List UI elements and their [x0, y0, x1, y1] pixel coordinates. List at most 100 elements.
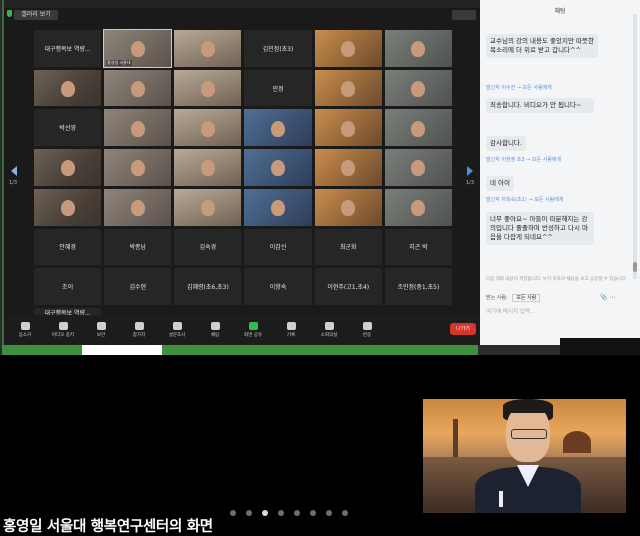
participant-tile[interactable]: 홍영일 서울대 — [103, 29, 173, 68]
toolbar-button[interactable]: 비디오 중지 — [46, 322, 80, 338]
toolbar-label: 채팅 — [210, 333, 220, 338]
participant-tile[interactable]: 김민정(초3) — [244, 30, 312, 67]
participant-tile[interactable] — [174, 149, 242, 186]
toolbar-icon — [172, 322, 182, 330]
carousel-dot[interactable] — [230, 510, 236, 516]
toolbar-button[interactable]: 기록 — [274, 322, 308, 338]
participant-tile[interactable] — [314, 188, 382, 226]
participant-tile[interactable]: 안혜경 — [34, 228, 102, 266]
chat-recipient-row: 받는 사람: 모든 사람 — [486, 294, 541, 302]
participant-tile[interactable] — [384, 30, 452, 67]
carousel-dot[interactable] — [278, 510, 284, 516]
toolbar-icon — [96, 322, 106, 330]
prev-page-icon[interactable] — [11, 166, 17, 176]
participant-name-tag: 홍영일 서울대 — [106, 59, 132, 66]
participant-tile[interactable]: 이현주(고1,초4) — [314, 268, 382, 305]
participant-name: 민정 — [272, 85, 284, 93]
participant-tile[interactable] — [174, 69, 242, 107]
participant-tile[interactable]: 최군화 — [314, 228, 382, 266]
photo-caption: 홍영일 서울대 행복연구센터의 화면 — [3, 519, 213, 535]
chat-sender-line: 발신자 이수진 → 모든 사람에게 — [486, 85, 552, 91]
participant-tile[interactable] — [384, 69, 452, 107]
participant-tile[interactable] — [384, 188, 452, 226]
participant-tile[interactable]: 이갑신 — [244, 228, 312, 266]
page-indicator-right: 1/3 — [466, 180, 475, 186]
participant-tile[interactable]: 이향숙 — [244, 268, 312, 305]
participant-tile[interactable]: 민정 — [244, 69, 312, 107]
participant-tile[interactable] — [384, 149, 452, 186]
shield-icon[interactable] — [7, 10, 12, 17]
chat-scrollbar[interactable] — [633, 14, 637, 279]
toolbar-icon — [362, 322, 372, 330]
chat-recipient-select[interactable]: 모든 사람 — [512, 294, 541, 302]
toolbar-button[interactable]: 참가자 — [122, 322, 156, 338]
toolbar-button[interactable]: 설문조사 — [160, 322, 194, 338]
toolbar-button[interactable]: 소회의실 — [312, 322, 346, 338]
participant-video-face — [200, 200, 215, 217]
next-page-icon[interactable] — [467, 166, 473, 176]
participant-video-face — [341, 81, 356, 98]
toolbar-button[interactable]: 보안 — [84, 322, 118, 338]
participant-tile[interactable] — [244, 188, 312, 226]
chat-scrollbar-thumb[interactable] — [633, 262, 637, 272]
participant-tile[interactable] — [244, 149, 312, 186]
participant-tile[interactable]: 김혜령(초6,초3) — [174, 268, 242, 305]
participant-video-face — [130, 81, 145, 98]
participant-tile[interactable]: 대구행복보 역량... — [34, 30, 102, 67]
meeting-toolbar: 음소거 비디오 중지 보안 참가자 설문조사 채팅 화면 공유 기록 소회의실 반응 나가기 — [6, 315, 482, 345]
participant-tile[interactable] — [104, 188, 172, 226]
view-toggle-button[interactable]: 갤러리 보기 — [14, 10, 58, 20]
participant-tile[interactable] — [384, 109, 452, 147]
participant-tile[interactable]: 김수현 — [104, 268, 172, 305]
toolbar-icon — [286, 322, 296, 330]
carousel-dot[interactable] — [342, 510, 348, 516]
participant-video-face — [130, 200, 145, 217]
participant-tile[interactable]: 지곤 박 — [384, 228, 452, 266]
carousel-dot[interactable] — [310, 510, 316, 516]
speaker-hair-front — [503, 399, 553, 413]
fullscreen-button[interactable] — [452, 10, 476, 20]
participant-tile[interactable] — [314, 149, 382, 186]
participant-video-face — [411, 120, 426, 137]
microphone-icon — [499, 491, 503, 507]
toolbar-button[interactable]: 음소거 — [8, 322, 42, 338]
participant-tile[interactable] — [174, 30, 242, 67]
more-icon[interactable]: ⋯ — [609, 294, 615, 301]
participant-tile[interactable]: 조이 — [34, 268, 102, 305]
participant-name: 이갑신 — [269, 244, 287, 252]
carousel-dot[interactable] — [326, 510, 332, 516]
participant-tile[interactable] — [174, 188, 242, 226]
participant-tile[interactable] — [34, 149, 102, 186]
carousel-dot[interactable] — [262, 510, 268, 516]
chat-save-hint: 다음 대화 내용이 저장됩니다. 누가 귀하의 채팅을 보고 공유할 수 있습니… — [486, 277, 626, 282]
chat-message: 너무 좋아요~ 아들이 따분해지는 강의입니다 졸졸하며 반성하고 다시 마음을… — [486, 212, 594, 245]
participant-video-face — [341, 200, 356, 217]
participant-tile[interactable] — [174, 109, 242, 147]
participant-tile[interactable]: 조민정(중1,초5) — [384, 268, 452, 305]
participant-video-face — [411, 200, 426, 217]
participant-tile[interactable] — [104, 69, 172, 107]
glasses-shape — [511, 429, 547, 439]
participant-tile[interactable]: 김숙경 — [174, 228, 242, 266]
participant-tile[interactable] — [314, 69, 382, 107]
participant-tile[interactable] — [314, 30, 382, 67]
toolbar-button[interactable]: 화면 공유 — [236, 322, 270, 338]
carousel-dot[interactable] — [294, 510, 300, 516]
participant-tile[interactable]: 박종남 — [104, 228, 172, 266]
participant-tile[interactable] — [314, 109, 382, 147]
file-icon[interactable]: 📎 — [600, 294, 607, 301]
participant-tile[interactable] — [104, 149, 172, 186]
participant-tile[interactable] — [34, 69, 102, 107]
chat-input[interactable]: 여기에 메시지 입력... — [486, 307, 535, 315]
toolbar-button[interactable]: 반응 — [350, 322, 384, 338]
chat-message: 죄송합니다. 비디오가 안 됩니다~ — [486, 98, 594, 113]
participant-tile[interactable] — [244, 109, 312, 147]
participant-video-face — [130, 160, 145, 177]
leave-meeting-button[interactable]: 나가기 — [450, 323, 476, 335]
participant-tile[interactable] — [34, 188, 102, 226]
carousel-dots — [230, 510, 348, 516]
carousel-dot[interactable] — [246, 510, 252, 516]
toolbar-button[interactable]: 채팅 — [198, 322, 232, 338]
participant-tile[interactable] — [104, 109, 172, 147]
participant-tile[interactable]: 박선영 — [34, 109, 102, 147]
